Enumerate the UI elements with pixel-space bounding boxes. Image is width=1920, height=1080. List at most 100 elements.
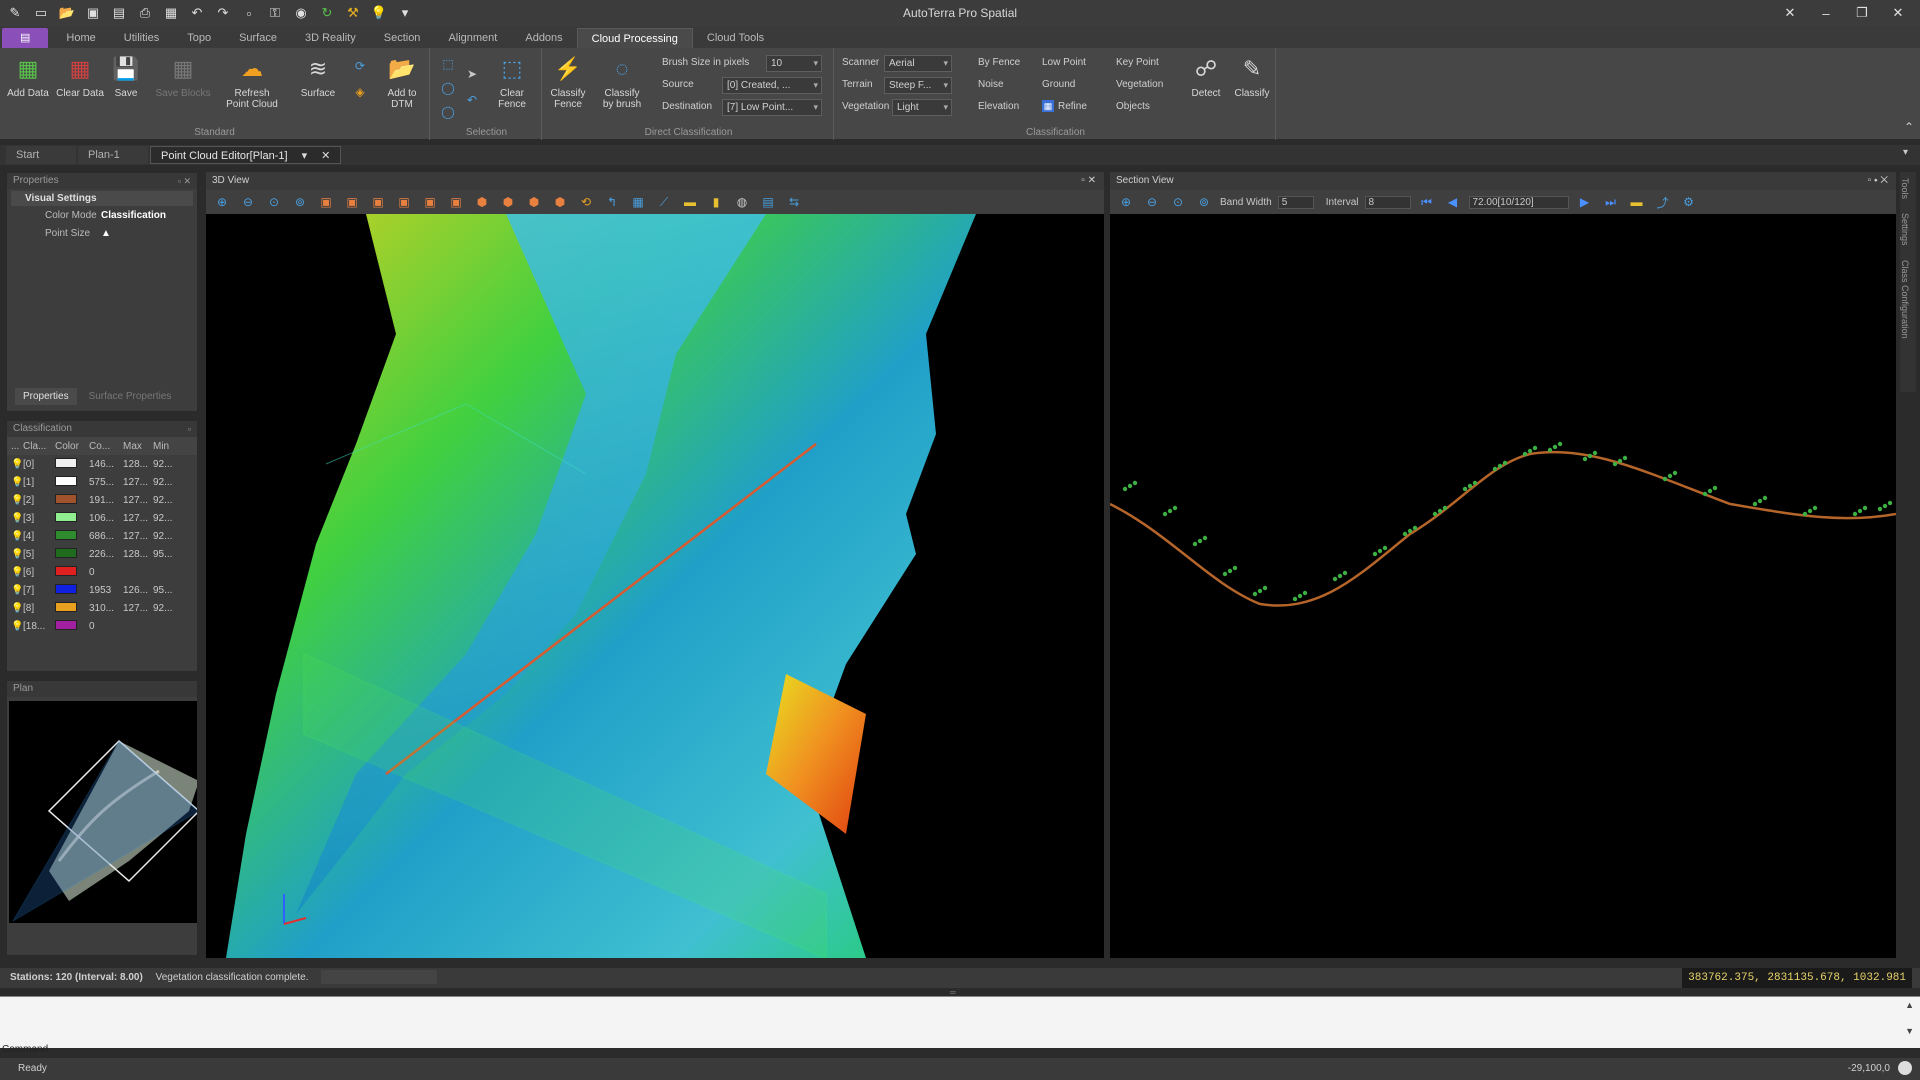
measure-3d-icon[interactable]: ⟋ <box>654 192 674 212</box>
pointer-icon[interactable]: ➤ <box>462 64 482 84</box>
tab-topo[interactable]: Topo <box>173 28 225 48</box>
destination-select[interactable]: [7] Low Point... <box>722 99 822 116</box>
visibility-bulb-icon[interactable]: 💡 <box>7 495 23 506</box>
clear-data-button[interactable]: ▦ Clear Data <box>56 52 104 99</box>
display-icon[interactable]: ▤ <box>758 192 778 212</box>
orbit-icon[interactable]: ⟲ <box>576 192 596 212</box>
tab-3d-reality[interactable]: 3D Reality <box>291 28 370 48</box>
low-point-button[interactable]: Low Point <box>1042 54 1086 72</box>
class-color-swatch[interactable] <box>55 529 89 543</box>
screenshot-icon[interactable]: ▦ <box>628 192 648 212</box>
iso-sw-icon[interactable]: ⬢ <box>550 192 570 212</box>
terrain-select[interactable]: Steep F... <box>884 77 952 94</box>
key-point-button[interactable]: Key Point <box>1116 54 1159 72</box>
visibility-bulb-icon[interactable]: 💡 <box>7 549 23 560</box>
zoom-window-icon[interactable]: ⊙ <box>1168 192 1188 212</box>
minimize-button[interactable]: – <box>1808 0 1844 26</box>
visibility-bulb-icon[interactable]: 💡 <box>7 477 23 488</box>
classification-row[interactable]: 💡 [5] 226... 128... 95... <box>7 545 197 563</box>
elevation-button[interactable]: Elevation <box>978 98 1019 116</box>
view-front-icon[interactable]: ▣ <box>420 192 440 212</box>
zoom-window-icon[interactable]: ⊙ <box>264 192 284 212</box>
class-color-swatch[interactable] <box>55 601 89 615</box>
open-icon[interactable]: 📂 <box>56 3 78 23</box>
doc-tab-point-cloud-editor[interactable]: Point Cloud Editor[Plan-1] ▾ ✕ <box>150 146 342 164</box>
source-select[interactable]: [0] Created, ... <box>722 77 822 94</box>
visibility-bulb-icon[interactable]: 💡 <box>7 621 23 632</box>
next-station-icon[interactable]: ▶ <box>1575 192 1595 212</box>
class-color-swatch[interactable] <box>55 511 89 525</box>
undo-select-icon[interactable]: ↶ <box>462 90 482 110</box>
clip-height-icon[interactable]: ▮ <box>706 192 726 212</box>
visibility-bulb-icon[interactable]: 💡 <box>7 459 23 470</box>
export-icon[interactable]: ⤴ <box>1653 192 1673 212</box>
classification-row[interactable]: 💡 [4] 686... 127... 92... <box>7 527 197 545</box>
subtab-surface-properties[interactable]: Surface Properties <box>81 388 180 405</box>
vegetation-button[interactable]: Vegetation <box>1116 76 1163 94</box>
class-color-swatch[interactable] <box>55 493 89 507</box>
classification-row[interactable]: 💡 [1] 575... 127... 92... <box>7 473 197 491</box>
command-history[interactable] <box>0 996 1920 1048</box>
clip-bar-icon[interactable]: ▬ <box>680 192 700 212</box>
pin-icon[interactable]: ▫ ✕ <box>178 173 191 189</box>
classify-button[interactable]: ✎ Classify <box>1228 52 1276 99</box>
noise-button[interactable]: Noise <box>978 76 1004 94</box>
tab-addons[interactable]: Addons <box>511 28 576 48</box>
add-to-dtm-button[interactable]: 📂 Add to DTM <box>378 52 426 110</box>
classification-row[interactable]: 💡 [7] 1953 126... 95... <box>7 581 197 599</box>
lasso-select-icon[interactable]: ◯ <box>438 102 458 122</box>
section-canvas[interactable] <box>1109 214 1897 958</box>
section-pin-icon[interactable]: ▫ ⬩ ✕ <box>1868 172 1888 190</box>
settings-key-icon[interactable]: ⚿ <box>264 3 286 23</box>
zoom-extents-icon[interactable]: ⊚ <box>290 192 310 212</box>
view-left-icon[interactable]: ▣ <box>368 192 388 212</box>
iso-ne-icon[interactable]: ⬢ <box>472 192 492 212</box>
cmd-scroll-down-icon[interactable]: ▼ <box>1905 1026 1914 1036</box>
visibility-bulb-icon[interactable]: 💡 <box>7 567 23 578</box>
view-top-icon[interactable]: ▣ <box>316 192 336 212</box>
last-station-icon[interactable]: ⏭ <box>1601 192 1621 212</box>
refresh-icon[interactable]: ↻ <box>316 3 338 23</box>
class-color-swatch[interactable] <box>55 619 89 633</box>
class-color-swatch[interactable] <box>55 565 89 579</box>
view-back-icon[interactable]: ▣ <box>446 192 466 212</box>
visibility-bulb-icon[interactable]: 💡 <box>7 531 23 542</box>
tab-cloud-tools[interactable]: Cloud Tools <box>693 28 778 48</box>
walk-icon[interactable]: ↰ <box>602 192 622 212</box>
restore-button[interactable]: ❐ <box>1844 0 1880 26</box>
surface-button[interactable]: ≋ Surface <box>294 52 342 99</box>
save-icon[interactable]: ▣ <box>82 3 104 23</box>
pin-icon[interactable]: ▫ <box>188 421 191 437</box>
print-icon[interactable]: ⎙ <box>134 3 156 23</box>
plan-minimap[interactable] <box>9 701 197 923</box>
tab-surface[interactable]: Surface <box>225 28 291 48</box>
clear-fence-button[interactable]: ⬚ Clear Fence <box>488 52 536 110</box>
classification-row[interactable]: 💡 [6] 0 <box>7 563 197 581</box>
zoom-extents-icon[interactable]: ⊚ <box>1194 192 1214 212</box>
cloud-tool-1-icon[interactable]: ⟳ <box>350 56 370 76</box>
tab-home[interactable]: Home <box>52 28 109 48</box>
view-bottom-icon[interactable]: ▣ <box>342 192 362 212</box>
band-width-input[interactable]: 5 <box>1277 195 1314 209</box>
save-as-icon[interactable]: ▤ <box>108 3 130 23</box>
sync-icon[interactable]: ⇆ <box>784 192 804 212</box>
section-settings-icon[interactable]: ⚙ <box>1679 192 1699 212</box>
circle-select-icon[interactable]: ◯ <box>438 78 458 98</box>
customize-icon[interactable]: ▾ <box>394 3 416 23</box>
detect-button[interactable]: ☍ Detect <box>1182 52 1230 99</box>
class-color-swatch[interactable] <box>55 547 89 561</box>
rail-class-config-tab[interactable]: Class Configuration <box>1900 246 1910 339</box>
tab-menu-icon[interactable]: ▾ <box>302 150 308 162</box>
command-input[interactable]: Command <box>2 1044 48 1055</box>
tab-close-icon[interactable]: ✕ <box>321 150 330 162</box>
view-right-icon[interactable]: ▣ <box>394 192 414 212</box>
visibility-bulb-icon[interactable]: 💡 <box>7 513 23 524</box>
rail-tools-tab[interactable]: Tools <box>1900 172 1910 199</box>
classify-fence-button[interactable]: ⚡ Classify Fence <box>544 52 592 110</box>
scanner-select[interactable]: Aerial <box>884 55 952 72</box>
lightbulb-icon[interactable]: 💡 <box>368 3 390 23</box>
zoom-out-icon[interactable]: ⊖ <box>1142 192 1162 212</box>
save-blocks-button[interactable]: ▦ Save Blocks <box>150 52 216 99</box>
zoom-in-icon[interactable]: ⊕ <box>212 192 232 212</box>
classification-row[interactable]: 💡 [2] 191... 127... 92... <box>7 491 197 509</box>
